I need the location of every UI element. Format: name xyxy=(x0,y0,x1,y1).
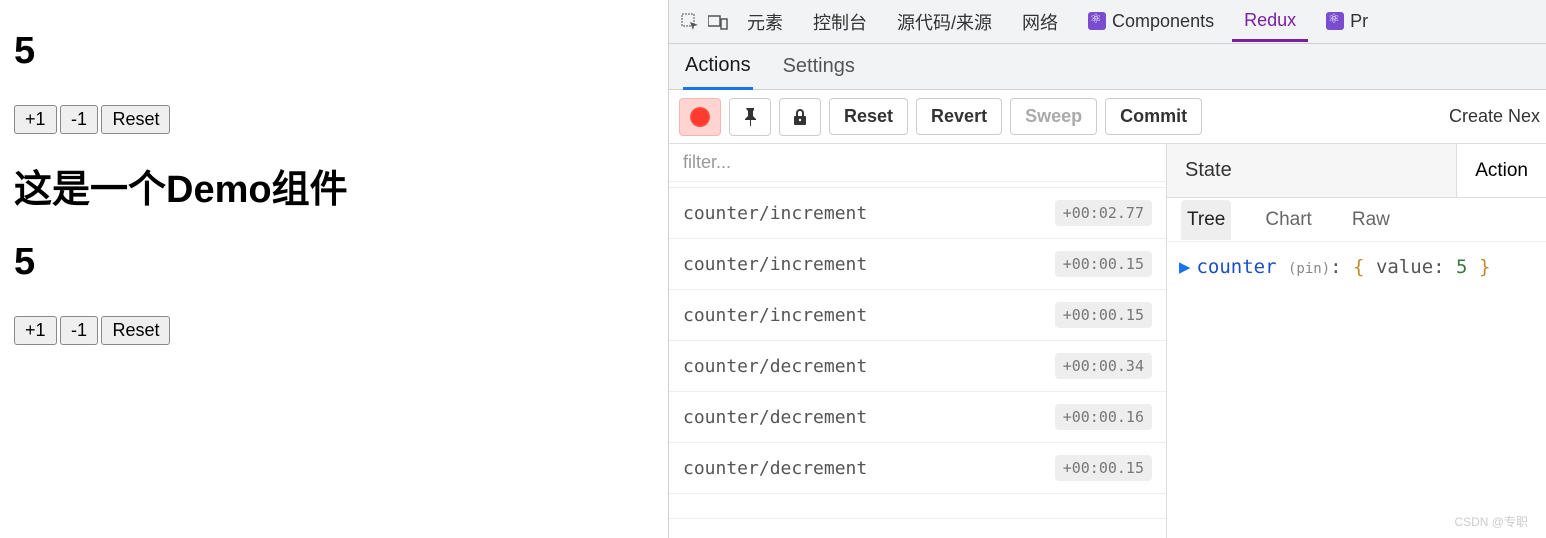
reset-button[interactable]: Reset xyxy=(829,98,908,135)
record-button[interactable] xyxy=(679,98,721,136)
view-tab-tree[interactable]: Tree xyxy=(1181,200,1231,240)
decrement-button[interactable]: -1 xyxy=(60,105,98,134)
tree-pin[interactable]: (pin) xyxy=(1288,261,1330,277)
device-icon[interactable] xyxy=(707,11,729,33)
state-header: State Action xyxy=(1167,144,1546,198)
button-row-1: +1 -1 Reset xyxy=(14,105,654,134)
lock-icon xyxy=(792,108,808,126)
tab-sources[interactable]: 源代码/来源 xyxy=(885,1,1004,43)
record-icon xyxy=(690,107,710,127)
state-view-tabs: Tree Chart Raw xyxy=(1167,198,1546,242)
action-list[interactable]: counter/increment +00:02.77 counter/incre… xyxy=(669,182,1166,538)
app-preview: 5 +1 -1 Reset 这是一个Demo组件 5 +1 -1 Reset xyxy=(0,0,668,538)
state-column: State Action Tree Chart Raw ▶ counter (pi… xyxy=(1167,144,1546,538)
action-timestamp: +00:02.77 xyxy=(1055,200,1152,226)
tab-console[interactable]: 控制台 xyxy=(801,1,879,43)
tab-profiler[interactable]: Pr xyxy=(1314,3,1380,40)
increment-button[interactable]: +1 xyxy=(14,316,57,345)
state-tree[interactable]: ▶counter (pin): { value: 5 } xyxy=(1167,242,1546,292)
filter-row xyxy=(669,144,1166,182)
button-row-2: +1 -1 Reset xyxy=(14,316,654,345)
react-icon xyxy=(1326,12,1344,30)
action-item[interactable]: counter/increment +00:00.15 xyxy=(669,239,1166,290)
action-timestamp: +00:00.15 xyxy=(1055,251,1152,277)
tree-value: 5 xyxy=(1456,256,1467,278)
action-timestamp: +00:00.15 xyxy=(1055,302,1152,328)
action-view-button[interactable]: Action xyxy=(1456,144,1546,197)
view-tab-raw[interactable]: Raw xyxy=(1346,200,1396,240)
view-tab-chart[interactable]: Chart xyxy=(1259,200,1317,240)
pin-button[interactable] xyxy=(729,98,771,136)
tab-network[interactable]: 网络 xyxy=(1010,1,1070,43)
action-item[interactable]: counter/decrement +00:00.16 xyxy=(669,392,1166,443)
tab-components-label: Components xyxy=(1112,11,1214,31)
subtab-actions[interactable]: Actions xyxy=(683,44,753,90)
decrement-button[interactable]: -1 xyxy=(60,316,98,345)
redux-body: counter/increment +00:02.77 counter/incre… xyxy=(669,144,1546,538)
increment-button[interactable]: +1 xyxy=(14,105,57,134)
tab-components[interactable]: Components xyxy=(1076,3,1226,40)
action-timestamp: +00:00.15 xyxy=(1055,455,1152,481)
commit-button[interactable]: Commit xyxy=(1105,98,1202,135)
action-timestamp: +00:00.34 xyxy=(1055,353,1152,379)
action-item[interactable] xyxy=(669,494,1166,519)
create-new-button[interactable]: Create Nex xyxy=(1449,106,1540,127)
react-icon xyxy=(1088,12,1106,30)
reset-button[interactable]: Reset xyxy=(101,316,170,345)
expand-arrow-icon[interactable]: ▶ xyxy=(1179,256,1190,278)
tab-profiler-label: Pr xyxy=(1350,11,1368,31)
tab-elements[interactable]: 元素 xyxy=(735,1,795,43)
sweep-button[interactable]: Sweep xyxy=(1010,98,1097,135)
action-item[interactable]: counter/increment +00:02.77 xyxy=(669,188,1166,239)
counter-display-1: 5 xyxy=(14,30,654,73)
action-name: counter/increment xyxy=(683,305,867,326)
action-name: counter/decrement xyxy=(683,458,867,479)
filter-input[interactable] xyxy=(683,152,1152,173)
watermark: CSDN @专职 xyxy=(1454,513,1528,530)
redux-subtabs: Actions Settings xyxy=(669,44,1546,90)
actions-column: counter/increment +00:02.77 counter/incre… xyxy=(669,144,1167,538)
demo-component-title: 这是一个Demo组件 xyxy=(14,158,654,213)
action-name: counter/decrement xyxy=(683,356,867,377)
redux-toolbar: Reset Revert Sweep Commit Create Nex xyxy=(669,90,1546,144)
action-name: counter/increment xyxy=(683,203,867,224)
lock-button[interactable] xyxy=(779,98,821,136)
state-label: State xyxy=(1185,159,1232,182)
tree-prop: value xyxy=(1376,256,1433,278)
devtools-panel: 元素 控制台 源代码/来源 网络 Components Redux Pr Act… xyxy=(668,0,1546,538)
subtab-settings[interactable]: Settings xyxy=(781,45,857,88)
inspect-icon[interactable] xyxy=(679,11,701,33)
action-item[interactable]: counter/increment +00:00.15 xyxy=(669,290,1166,341)
devtools-topbar: 元素 控制台 源代码/来源 网络 Components Redux Pr xyxy=(669,0,1546,44)
pin-icon xyxy=(742,108,758,126)
action-timestamp: +00:00.16 xyxy=(1055,404,1152,430)
action-item[interactable]: counter/decrement +00:00.34 xyxy=(669,341,1166,392)
action-item[interactable]: counter/decrement +00:00.15 xyxy=(669,443,1166,494)
action-name: counter/decrement xyxy=(683,407,867,428)
reset-button[interactable]: Reset xyxy=(101,105,170,134)
action-name: counter/increment xyxy=(683,254,867,275)
tree-key: counter xyxy=(1196,256,1276,278)
revert-button[interactable]: Revert xyxy=(916,98,1002,135)
counter-display-2: 5 xyxy=(14,241,654,284)
tab-redux[interactable]: Redux xyxy=(1232,2,1308,42)
